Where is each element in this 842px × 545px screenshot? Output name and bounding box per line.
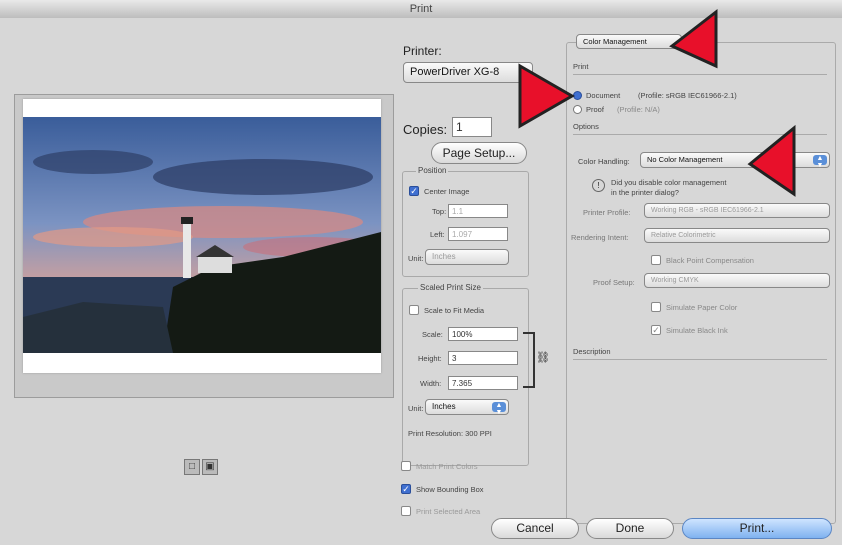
done-button[interactable]: Done xyxy=(586,518,674,539)
copies-input[interactable]: 1 xyxy=(452,117,492,137)
scaled-unit-value: Inches xyxy=(432,402,456,411)
constrain-bracket xyxy=(523,332,535,388)
print-resolution: Print Resolution: 300 PPI xyxy=(408,429,492,438)
scale-input[interactable]: 100% xyxy=(448,327,518,341)
print-selected-area-label: Print Selected Area xyxy=(416,507,481,516)
center-image-checkbox[interactable]: ✓ xyxy=(409,186,419,196)
cancel-button[interactable]: Cancel xyxy=(491,518,579,539)
height-label: Height: xyxy=(418,354,442,363)
description-label: Description xyxy=(573,347,611,356)
annotation-arrow-icon xyxy=(518,63,576,129)
zoom-out-icon[interactable]: □ xyxy=(184,459,200,475)
position-unit-popup[interactable]: Inches xyxy=(425,249,509,265)
printer-profile-value: Working RGB - sRGB IEC61966-2.1 xyxy=(651,207,764,214)
section-popup-value: Color Management xyxy=(583,37,647,46)
center-image-label: Center Image xyxy=(424,187,470,196)
position-unit-label: Unit: xyxy=(408,254,424,263)
width-input[interactable]: 7.365 xyxy=(448,376,518,390)
scaled-unit-popup[interactable]: Inches ▲ ▼ xyxy=(425,399,509,416)
show-bounding-box-label: Show Bounding Box xyxy=(416,485,484,494)
divider xyxy=(573,359,827,360)
scale-to-fit-label: Scale to Fit Media xyxy=(424,306,485,315)
position-group-title: Position xyxy=(416,166,449,175)
show-bounding-box-checkbox[interactable]: ✓ xyxy=(401,484,411,494)
proof-label: Proof xyxy=(586,105,604,114)
scaled-unit-label: Unit: xyxy=(408,404,424,413)
match-print-colors-label: Match Print Colors xyxy=(416,462,478,471)
simulate-paper-checkbox[interactable] xyxy=(651,302,661,312)
preview-zoom-controls: □ ▣ xyxy=(184,459,218,475)
rendering-intent-value: Relative Colorimetric xyxy=(651,232,716,239)
page-setup-button[interactable]: Page Setup... xyxy=(431,142,527,164)
height-input[interactable]: 3 xyxy=(448,351,518,365)
annotation-arrow-icon xyxy=(669,8,718,69)
rendering-intent-label: Rendering Intent: xyxy=(571,233,629,242)
document-label: Document xyxy=(586,91,621,100)
top-label: Top: xyxy=(432,207,447,216)
width-label: Width: xyxy=(420,379,442,388)
proof-setup-label: Proof Setup: xyxy=(593,278,635,287)
match-print-colors-checkbox[interactable] xyxy=(401,461,411,471)
copies-label: Copies: xyxy=(403,122,448,137)
zoom-in-icon[interactable]: ▣ xyxy=(202,459,218,475)
print-selected-area-checkbox[interactable] xyxy=(401,506,411,516)
simulate-black-checkbox[interactable]: ✓ xyxy=(651,325,661,335)
scale-to-fit-checkbox[interactable] xyxy=(409,305,419,315)
preview-photo xyxy=(23,117,381,353)
printer-label: Printer: xyxy=(403,44,442,58)
document-profile: (Profile: sRGB IEC61966-2.1) xyxy=(638,91,737,100)
proof-setup-value: Working CMYK xyxy=(651,277,699,284)
rendering-intent-popup[interactable]: Relative Colorimetric xyxy=(644,228,830,243)
link-icon[interactable]: ⛓ xyxy=(536,351,550,364)
position-unit-value: Inches xyxy=(432,252,456,261)
preview-paper xyxy=(23,99,381,373)
print-dialog: □ ▣ Printer: PowerDriver XG-8 Copies: 1 … xyxy=(0,8,842,545)
proof-setup-popup[interactable]: Working CMYK xyxy=(644,273,830,288)
scaled-group-title: Scaled Print Size xyxy=(418,283,483,292)
proof-profile: (Profile: N/A) xyxy=(617,105,660,114)
black-point-label: Black Point Compensation xyxy=(666,256,754,265)
printer-popup-value: PowerDriver XG-8 xyxy=(410,66,500,78)
scale-label: Scale: xyxy=(422,330,443,339)
printer-profile-popup[interactable]: Working RGB - sRGB IEC61966-2.1 xyxy=(644,203,830,218)
simulate-black-label: Simulate Black Ink xyxy=(666,326,728,335)
black-point-checkbox[interactable] xyxy=(651,255,661,265)
info-icon: ! xyxy=(592,179,605,192)
annotation-arrow-icon xyxy=(747,124,796,197)
printer-profile-label: Printer Profile: xyxy=(583,208,631,217)
color-handling-value: No Color Management xyxy=(647,155,723,164)
top-input[interactable]: 1.1 xyxy=(448,204,508,218)
popup-arrows-icon: ▲ ▼ xyxy=(492,402,506,416)
color-handling-label: Color Handling: xyxy=(578,157,630,166)
left-label: Left: xyxy=(430,230,445,239)
print-button[interactable]: Print... xyxy=(682,518,832,539)
print-preview xyxy=(14,94,394,398)
hint-line-2: in the printer dialog? xyxy=(611,188,679,197)
simulate-paper-label: Simulate Paper Color xyxy=(666,303,738,312)
hint-line-1: Did you disable color management xyxy=(611,178,727,187)
left-input[interactable]: 1.097 xyxy=(448,227,508,241)
